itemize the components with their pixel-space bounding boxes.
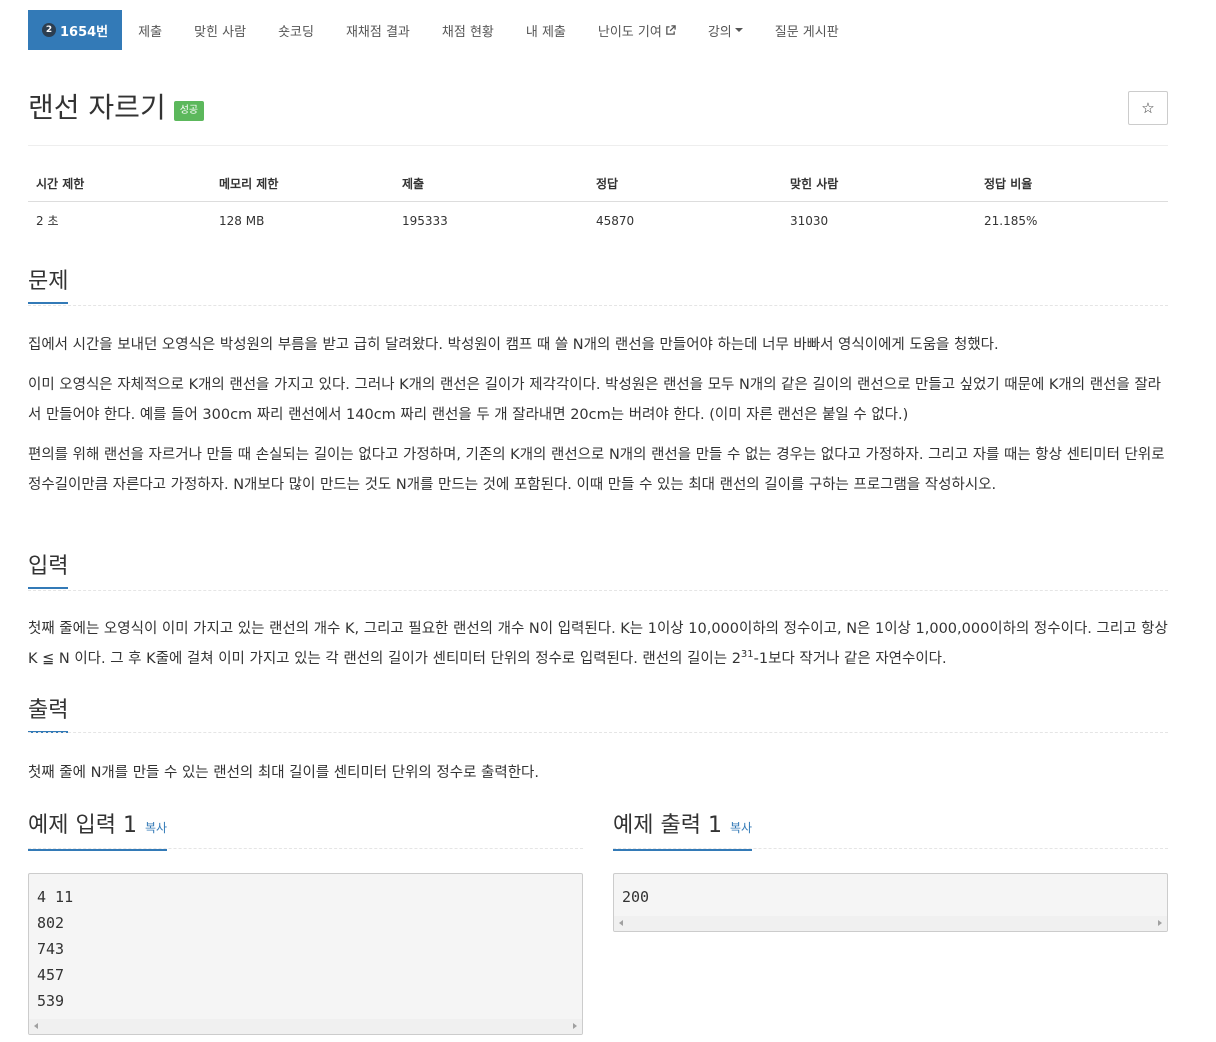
section-underline	[613, 848, 1168, 849]
problem-description-3: 편의를 위해 랜선을 자르거나 만들 때 손실되는 길이는 없다고 가정하며, …	[28, 447, 1165, 493]
nav-short-coding[interactable]: 숏코딩	[262, 10, 330, 50]
section-underline	[28, 590, 1168, 591]
header-solved-users: 맞힌 사람	[782, 165, 976, 202]
input-description: 첫째 줄에는 오영식이 이미 가지고 있는 랜선의 개수 K, 그리고 필요한 …	[28, 614, 1168, 674]
problem-section-header: 문제	[28, 268, 1168, 306]
value-solved-users: 31030	[790, 213, 829, 228]
problem-description-1: 집에서 시간을 보내던 오영식은 박성원의 부름을 받고 급히 달려왔다. 박성…	[28, 337, 999, 353]
problem-section-title: 문제	[28, 268, 69, 304]
header-time-limit: 시간 제한	[28, 165, 211, 202]
sample-input-title: 예제 입력 1 복사	[28, 812, 168, 851]
sample-output-title: 예제 출력 1 복사	[613, 812, 753, 851]
nav-judge-status[interactable]: 채점 현황	[426, 10, 510, 50]
section-underline	[28, 732, 1168, 733]
star-icon: ☆	[1141, 99, 1155, 117]
header-accept-ratio: 정답 비율	[976, 165, 1168, 202]
header-submissions: 제출	[394, 165, 588, 202]
table-header-row: 시간 제한 메모리 제한 제출 정답 맞힌 사람 정답 비율	[28, 165, 1168, 202]
page-title: 랜선 자르기	[28, 91, 166, 124]
sample-input-box[interactable]: 4 11 802 743 457 539	[28, 873, 583, 1035]
sample-input-title-text: 예제 입력 1	[28, 813, 137, 838]
title-row: 랜선 자르기 성공	[28, 90, 205, 126]
sample-input-text: 4 11 802 743 457 539	[37, 888, 74, 1010]
sample-output-title-text: 예제 출력 1	[613, 813, 722, 838]
problem-nav: 2 1654번 제출 맞힌 사람 숏코딩 재채점 결과 채점 현황 내 제출 난…	[28, 10, 855, 50]
copy-input-button[interactable]: 복사	[145, 821, 167, 835]
output-description: 첫째 줄에 N개를 만들 수 있는 랜선의 최대 길이를 센티미터 단위의 정수…	[28, 765, 539, 781]
value-accepted: 45870	[596, 213, 635, 228]
nav-solved-users[interactable]: 맞힌 사람	[178, 10, 262, 50]
header-accepted: 정답	[588, 165, 782, 202]
sample-output-header: 예제 출력 1 복사	[613, 812, 1168, 851]
problem-page: 2 1654번 제출 맞힌 사람 숏코딩 재채점 결과 채점 현황 내 제출 난…	[0, 0, 1216, 1042]
scroll-left-icon[interactable]	[34, 1023, 38, 1029]
output-section-header: 출력	[28, 697, 1168, 733]
section-underline	[28, 305, 1168, 306]
copy-output-button[interactable]: 복사	[730, 821, 752, 835]
nav-question-board[interactable]: 질문 게시판	[759, 10, 855, 50]
nav-rejudge-result[interactable]: 재채점 결과	[330, 10, 426, 50]
nav-lectures-label: 강의	[707, 24, 732, 40]
tier-badge-icon: 2	[42, 23, 56, 37]
nav-difficulty-contribution[interactable]: 난이도 기여	[582, 10, 692, 50]
horizontal-scrollbar[interactable]	[614, 916, 1167, 931]
caret-down-icon	[734, 28, 743, 32]
input-section-title: 입력	[28, 553, 69, 589]
header-memory-limit: 메모리 제한	[211, 165, 394, 202]
sample-output-box[interactable]: 200	[613, 873, 1168, 932]
nav-my-submissions[interactable]: 내 제출	[510, 10, 582, 50]
scroll-left-icon[interactable]	[619, 920, 623, 926]
nav-submit[interactable]: 제출	[122, 10, 178, 50]
sample-input-header: 예제 입력 1 복사	[28, 812, 583, 851]
sample-output-text: 200	[622, 888, 650, 906]
value-accept-ratio: 21.185%	[984, 213, 1038, 228]
title-divider	[28, 145, 1168, 146]
input-description-tail: -1보다 작거나 같은 자연수이다.	[753, 651, 947, 667]
star-button[interactable]: ☆	[1128, 91, 1168, 125]
value-memory-limit: 128 MB	[219, 213, 265, 228]
input-description-text: 첫째 줄에는 오영식이 이미 가지고 있는 랜선의 개수 K, 그리고 필요한 …	[28, 621, 1168, 667]
problem-info-table: 시간 제한 메모리 제한 제출 정답 맞힌 사람 정답 비율 2 초 128 M…	[28, 165, 1168, 239]
nav-lectures-dropdown[interactable]: 강의	[692, 10, 759, 50]
nav-problem-number-label: 1654번	[60, 24, 109, 40]
table-row: 2 초 128 MB 195333 45870 31030 21.185%	[28, 202, 1168, 240]
nav-difficulty-label: 난이도 기여	[597, 24, 662, 40]
value-time-limit: 2 초	[36, 214, 59, 228]
scroll-right-icon[interactable]	[1158, 920, 1162, 926]
input-section-header: 입력	[28, 553, 1168, 591]
input-exponent: 31	[740, 649, 754, 661]
section-underline	[28, 848, 583, 849]
value-submissions: 195333	[402, 213, 448, 228]
problem-description-2: 이미 오영식은 자체적으로 K개의 랜선을 가지고 있다. 그러나 K개의 랜선…	[28, 377, 1162, 423]
nav-problem-number[interactable]: 2 1654번	[28, 10, 123, 50]
scroll-right-icon[interactable]	[573, 1023, 577, 1029]
status-badge: 성공	[173, 101, 205, 121]
horizontal-scrollbar[interactable]	[29, 1019, 582, 1034]
external-link-icon	[666, 24, 676, 35]
output-section-title: 출력	[28, 697, 69, 733]
